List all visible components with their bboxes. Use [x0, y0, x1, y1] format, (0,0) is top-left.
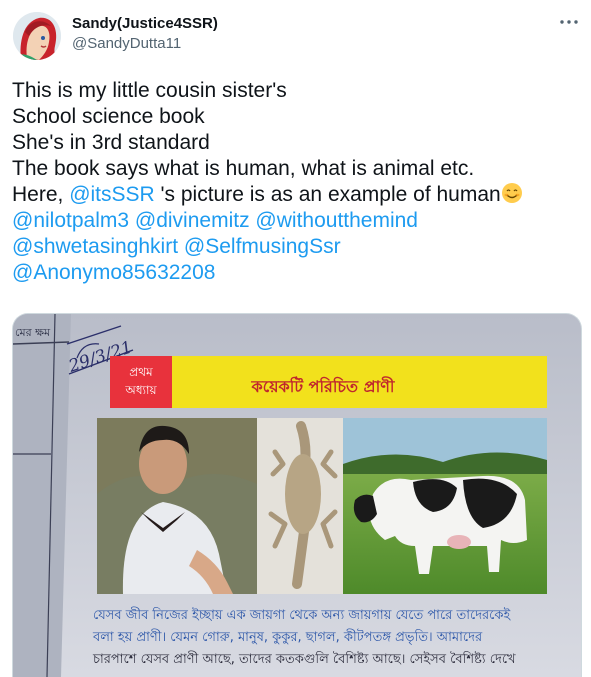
mention-link[interactable]: @itsSSR [69, 183, 155, 206]
cow-photo [343, 418, 547, 594]
tweet-line: This is my little cousin sister's [12, 79, 287, 102]
tweet-text-segment: Here, [12, 183, 70, 206]
margin-text: মের ক্ষম [15, 326, 51, 339]
author-handle[interactable]: @SandyDutta11 [72, 35, 181, 52]
tweet-line: School science book [12, 105, 205, 128]
textbook-page-image: মের ক্ষম 29/3/21 প্রথম অধ্যায় কয়েকটি প… [13, 314, 581, 677]
caption-line: চারপাশে যেসব প্রাণী আছে, তাদের কতকগুলি ব… [92, 651, 516, 667]
mention-link[interactable]: @shwetasinghkirt [12, 235, 178, 258]
mentions-row: @shwetasinghkirt @SelfmusingSsr [12, 234, 582, 260]
mentions-row: @nilotpalm3 @divinemitz @withoutthemind [12, 208, 582, 234]
smiling-face-emoji [501, 183, 522, 203]
tweet-line: The book says what is human, what is ani… [12, 157, 475, 180]
chapter-label: প্রথম [129, 365, 153, 379]
mention-link[interactable]: @Anonymo85632208 [12, 261, 215, 284]
more-options-button[interactable] [557, 10, 581, 34]
mention-link[interactable]: @nilotpalm3 [12, 209, 129, 232]
human-photo [97, 418, 257, 594]
author-display-name[interactable]: Sandy(Justice4SSR) [72, 15, 218, 32]
tweet-line: She's in 3rd standard [12, 131, 210, 154]
tweet: Sandy(Justice4SSR) @SandyDutta11 This is… [0, 0, 591, 677]
chapter-title: কয়েকটি পরিচিত প্রাণী [251, 376, 396, 396]
caption-line: বলা হয় প্রাণী। যেমন গোরু, মানুষ, কুকুর,… [92, 629, 483, 645]
chapter-label: অধ্যায় [124, 383, 157, 397]
mentions-row: @Anonymo85632208 [12, 260, 582, 286]
tweet-line: Here, @itsSSR 's picture is as an exampl… [12, 182, 582, 208]
tweet-text: This is my little cousin sister's School… [12, 78, 582, 286]
avatar-image [13, 12, 61, 60]
more-horizontal-icon [560, 20, 578, 24]
avatar[interactable] [13, 12, 61, 60]
mention-link[interactable]: @SelfmusingSsr [184, 235, 341, 258]
caption-line: যেসব জীব নিজের ইচ্ছায় এক জায়গা থেকে অন… [93, 607, 512, 623]
lizard-photo [257, 418, 343, 594]
tweet-text-segment: 's picture is as an example of human [154, 183, 501, 206]
tweet-media-photo[interactable]: মের ক্ষম 29/3/21 প্রথম অধ্যায় কয়েকটি প… [12, 313, 582, 677]
mention-link[interactable]: @divinemitz [135, 209, 250, 232]
mention-link[interactable]: @withoutthemind [255, 209, 418, 232]
